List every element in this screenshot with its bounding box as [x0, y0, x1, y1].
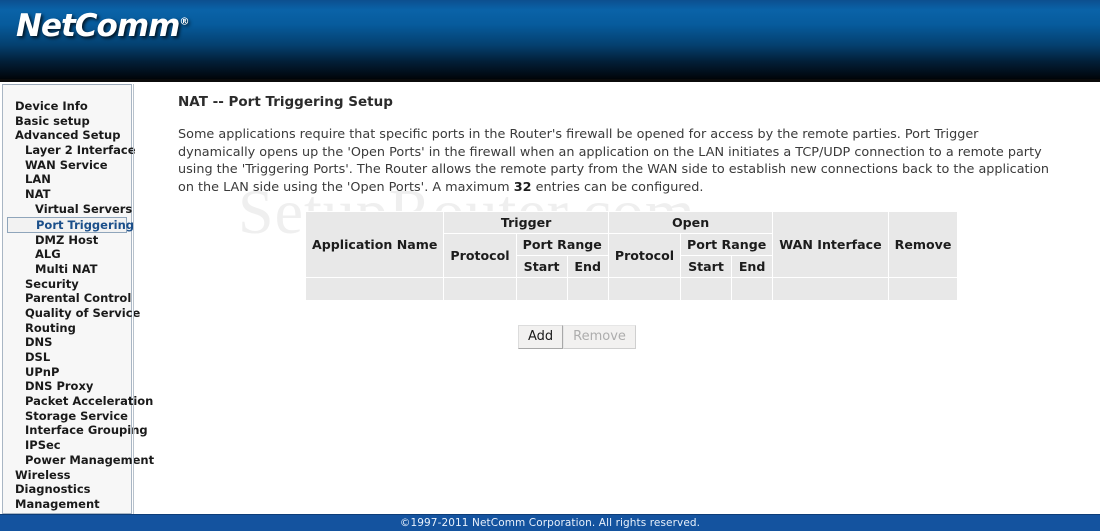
table-head: Application Name Trigger Open WAN Interf…: [304, 211, 959, 278]
netcomm-logo: NetComm®: [16, 8, 189, 44]
sidebar-item-security[interactable]: Security: [3, 277, 131, 292]
port-triggering-table: Application Name Trigger Open WAN Interf…: [304, 211, 959, 301]
sidebar-item-advanced-setup[interactable]: Advanced Setup: [3, 128, 131, 143]
sidebar-item-parental-control[interactable]: Parental Control: [3, 291, 131, 306]
remove-button[interactable]: Remove: [563, 325, 636, 349]
table-body: [304, 277, 959, 301]
sidebar-item-dns[interactable]: DNS: [3, 335, 131, 350]
sidebar-item-packet-acceleration[interactable]: Packet Acceleration: [3, 394, 153, 409]
add-button[interactable]: Add: [518, 325, 564, 349]
sidebar-item-dns-proxy[interactable]: DNS Proxy: [3, 379, 131, 394]
copyright-text: ©1997-2011 NetComm Corporation. All righ…: [399, 517, 701, 529]
sidebar-item-storage-service[interactable]: Storage Service: [3, 409, 131, 424]
col-trigger-protocol: Protocol: [443, 233, 517, 278]
col-open-protocol: Protocol: [607, 233, 682, 278]
logo-trademark-icon: ®: [179, 16, 190, 28]
sidebar-item-quality-of-service[interactable]: Quality of Service: [3, 306, 140, 321]
sidebar-item-upnp[interactable]: UPnP: [3, 365, 131, 380]
col-trigger-start: Start: [515, 255, 568, 278]
col-trigger-end: End: [566, 255, 609, 278]
sidebar-item-device-info[interactable]: Device Info: [3, 99, 131, 114]
sidebar-item-wan-service[interactable]: WAN Service: [3, 158, 131, 173]
port-triggering-table-container: Application Name Trigger Open WAN Interf…: [304, 211, 959, 301]
sidebar-item-alg[interactable]: ALG: [3, 247, 131, 262]
app-header: NetComm®: [0, 0, 1100, 82]
col-wan-interface: WAN Interface: [772, 211, 889, 278]
col-open-port-range: Port Range: [680, 233, 774, 256]
sidebar-item-multi-nat[interactable]: Multi NAT: [3, 262, 131, 277]
sidebar-item-virtual-servers[interactable]: Virtual Servers: [3, 202, 132, 217]
page-footer: ©1997-2011 NetComm Corporation. All righ…: [0, 514, 1100, 531]
col-group-open: Open: [607, 211, 774, 234]
sidebar-item-nat[interactable]: NAT: [3, 187, 131, 202]
sidebar-item-interface-grouping[interactable]: Interface Grouping: [3, 423, 148, 438]
table-empty-row: [304, 277, 959, 301]
sidebar-item-layer-2-interface[interactable]: Layer 2 Interface: [3, 143, 136, 158]
page-description: Some applications require that specific …: [178, 126, 1054, 196]
col-open-start: Start: [680, 255, 732, 278]
sidebar-item-power-management[interactable]: Power Management: [3, 453, 154, 468]
col-application-name: Application Name: [304, 211, 445, 278]
sidebar-item-dmz-host[interactable]: DMZ Host: [3, 233, 131, 248]
page-title: NAT -- Port Triggering Setup: [178, 94, 393, 110]
sidebar-item-dsl[interactable]: DSL: [3, 350, 131, 365]
sidebar-item-wireless[interactable]: Wireless: [3, 468, 131, 483]
col-remove: Remove: [887, 211, 959, 278]
table-header-row-1: Application Name Trigger Open WAN Interf…: [304, 211, 959, 278]
sidebar-item-diagnostics[interactable]: Diagnostics: [3, 482, 131, 497]
description-part-2: entries can be configured.: [531, 179, 704, 195]
sidebar-item-lan[interactable]: LAN: [3, 172, 131, 187]
action-buttons: Add Remove: [518, 325, 636, 349]
sidebar-navigation: Device Info Basic setup Advanced Setup Laye…: [2, 84, 154, 514]
sidebar-content-divider: [133, 84, 134, 514]
sidebar-item-management[interactable]: Management: [3, 497, 131, 512]
col-trigger-port-range: Port Range: [515, 233, 609, 256]
sidebar-item-port-triggering[interactable]: Port Triggering: [7, 216, 134, 233]
sidebar-item-ipsec[interactable]: IPSec: [3, 438, 131, 453]
description-max-entries: 32: [513, 179, 532, 195]
sidebar-item-basic-setup[interactable]: Basic setup: [3, 114, 131, 129]
logo-text: NetComm: [16, 8, 180, 44]
col-open-end: End: [730, 255, 774, 278]
header-bottom-accent: [0, 79, 1100, 82]
col-group-trigger: Trigger: [443, 211, 609, 234]
main-content: NAT -- Port Triggering Setup Some applic…: [133, 84, 1100, 514]
sidebar-item-routing[interactable]: Routing: [3, 321, 131, 336]
